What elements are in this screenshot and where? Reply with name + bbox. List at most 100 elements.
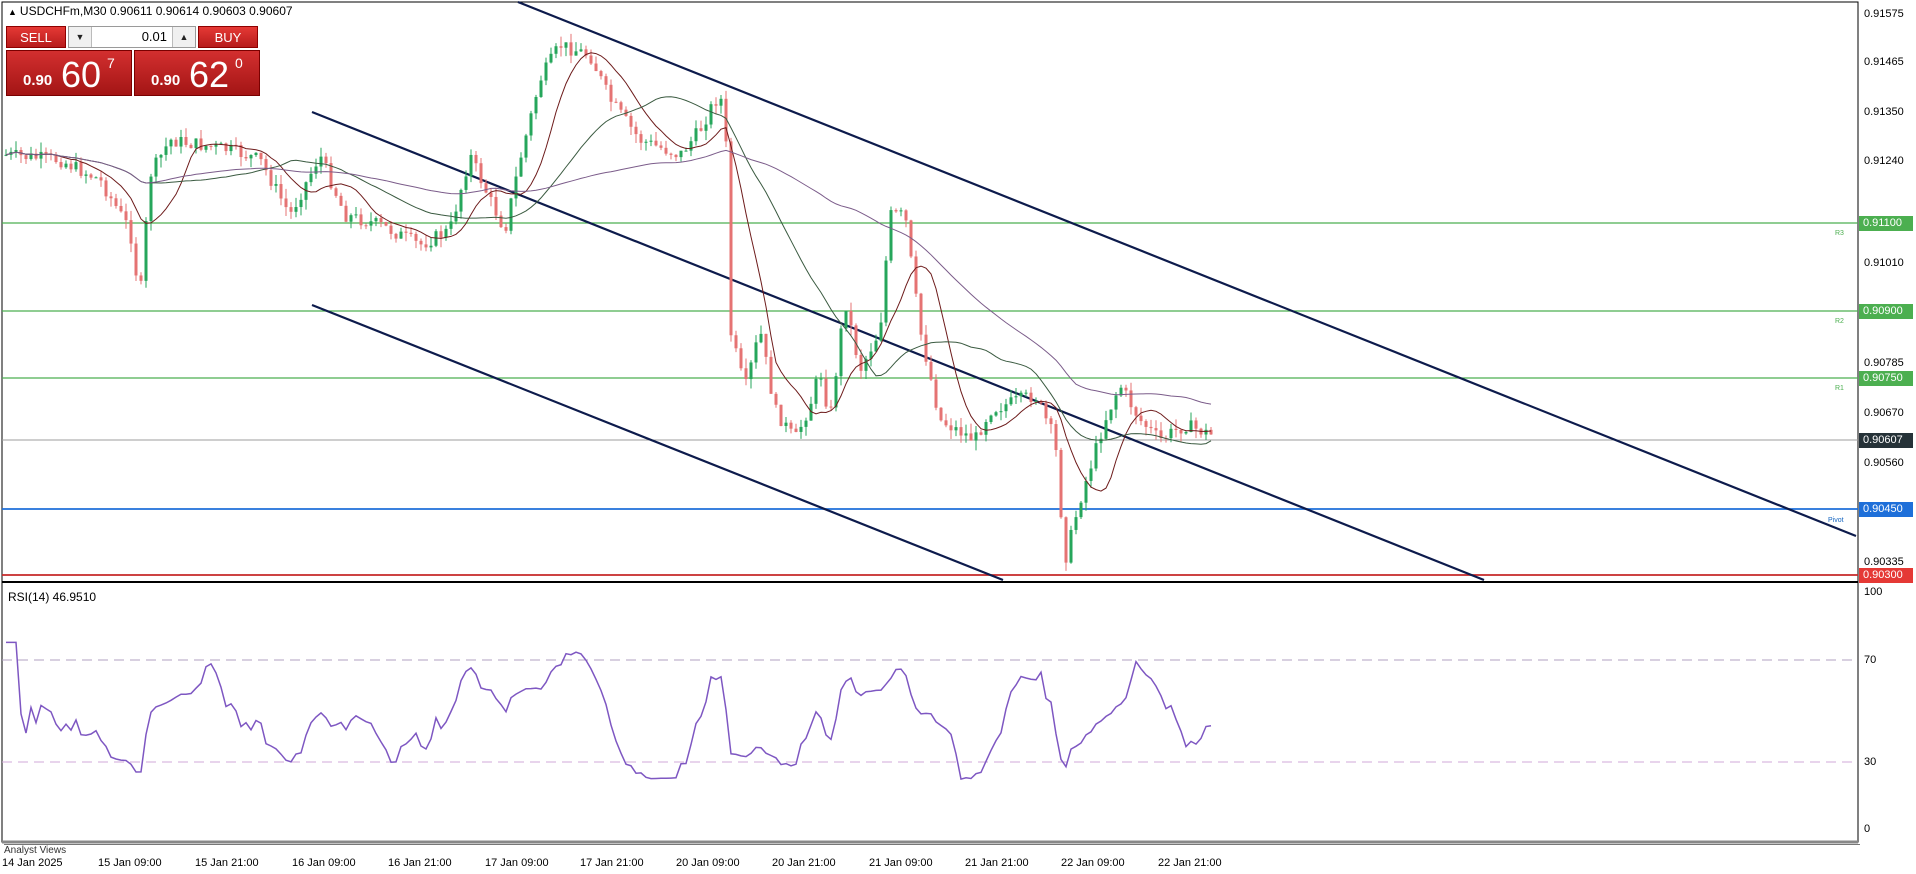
candle-body [564, 42, 568, 48]
candle-body [1009, 397, 1013, 405]
candle-body [444, 228, 448, 238]
moving-averages [5, 52, 1212, 492]
r2-tag: R2 [1835, 318, 1844, 325]
candle-body [1144, 421, 1148, 427]
candle-body [44, 151, 48, 154]
symbol-line: USDCHFm,M30 0.90611 0.90614 0.90603 0.90… [19, 4, 293, 18]
candle-body [389, 225, 393, 234]
candle-body [899, 210, 903, 212]
candle-body [64, 163, 68, 168]
candle-body [1014, 396, 1018, 398]
candle-body [319, 156, 323, 167]
price-tick: 0.90785 [1864, 357, 1904, 369]
price-tick: 0.91350 [1864, 106, 1904, 118]
pivot-price-label: 0.90450 [1859, 502, 1913, 517]
candle-body [754, 342, 758, 363]
lot-increase-icon[interactable]: ▲ [172, 27, 195, 47]
lot-size-stepper[interactable]: ▼ 0.01 ▲ [68, 26, 196, 48]
candle-body [194, 138, 198, 149]
candle-body [454, 211, 458, 222]
candle-body [514, 176, 518, 199]
candle-body [879, 322, 883, 341]
candle-body [354, 214, 358, 216]
candle-body [1154, 428, 1158, 431]
analyst-views-tab[interactable]: Analyst Views [4, 844, 1860, 857]
candle-body [419, 240, 423, 245]
candle-body [784, 422, 788, 426]
channel-upper-line[interactable] [517, 0, 1857, 538]
analyst-views-label[interactable]: Analyst Views [4, 845, 66, 856]
candle-body [1139, 415, 1143, 422]
candle-body [374, 218, 378, 222]
candle-body [1109, 409, 1113, 421]
candle-body [249, 155, 253, 159]
candle-body [384, 222, 388, 226]
sell-price-box[interactable]: 0.90 60 7 [6, 50, 132, 96]
price-tick: 0.91465 [1864, 56, 1904, 68]
candle-body [679, 150, 683, 158]
candle-body [144, 221, 148, 281]
candle-body [774, 393, 778, 405]
candle-body [1209, 429, 1213, 435]
candle-body [404, 231, 408, 233]
candle-body [914, 256, 918, 294]
candle-body [24, 155, 28, 160]
candle-body [884, 260, 888, 323]
chart-symbol-header: ▲ USDCHFm,M30 0.90611 0.90614 0.90603 0.9… [8, 4, 293, 18]
current-price-label: 0.90607 [1859, 433, 1913, 448]
r1-price-label: 0.90750 [1859, 371, 1913, 386]
candle-body [309, 173, 313, 183]
candle-body [924, 334, 928, 362]
candle-body [929, 361, 933, 380]
candle-body [969, 433, 973, 441]
pivot-tag: Pivot [1828, 517, 1844, 524]
candle-body [654, 140, 658, 146]
candle-body [669, 153, 673, 155]
candle-body [334, 188, 338, 196]
buy-button[interactable]: BUY [198, 26, 258, 48]
price-chart[interactable] [0, 0, 1916, 874]
candle-body [904, 210, 908, 221]
candle-body [1074, 517, 1078, 530]
candle-body [484, 183, 488, 193]
candle-body [579, 49, 583, 52]
candle-body [259, 152, 263, 160]
price-tick: 0.91240 [1864, 155, 1904, 167]
time-tick: 16 Jan 21:00 [388, 857, 452, 869]
candle-body [989, 415, 993, 423]
candle-body [1134, 407, 1138, 416]
candle-body [39, 151, 43, 159]
candle-body [1064, 517, 1068, 563]
lot-size-input[interactable]: 0.01 [93, 27, 171, 47]
buy-price-box[interactable]: 0.90 62 0 [134, 50, 260, 96]
candlestick-series [4, 33, 1213, 571]
candle-body [684, 150, 688, 152]
candle-body [369, 221, 373, 226]
lot-decrease-icon[interactable]: ▼ [69, 27, 92, 47]
candle-body [954, 427, 958, 431]
candle-body [129, 220, 133, 244]
candle-body [269, 170, 273, 186]
candle-body [479, 163, 483, 184]
candle-body [399, 231, 403, 239]
candle-body [114, 198, 118, 206]
candle-body [659, 145, 663, 148]
sell-button[interactable]: SELL [6, 26, 66, 48]
candle-body [1174, 428, 1178, 430]
candle-body [1184, 432, 1188, 434]
candle-body [349, 215, 353, 222]
candle-body [279, 184, 283, 199]
candle-body [119, 205, 123, 212]
candle-body [414, 233, 418, 241]
candle-body [1104, 420, 1108, 439]
candle-body [14, 150, 18, 152]
candle-body [1194, 420, 1198, 429]
s1-price-label: 0.90300 [1859, 568, 1913, 583]
collapse-triangle-icon[interactable]: ▲ [8, 7, 17, 17]
time-tick: 22 Jan 09:00 [1061, 857, 1125, 869]
candle-body [324, 156, 328, 164]
candle-body [504, 227, 508, 231]
moving-average-line [5, 149, 1212, 405]
candle-body [839, 328, 843, 377]
candle-body [544, 62, 548, 81]
